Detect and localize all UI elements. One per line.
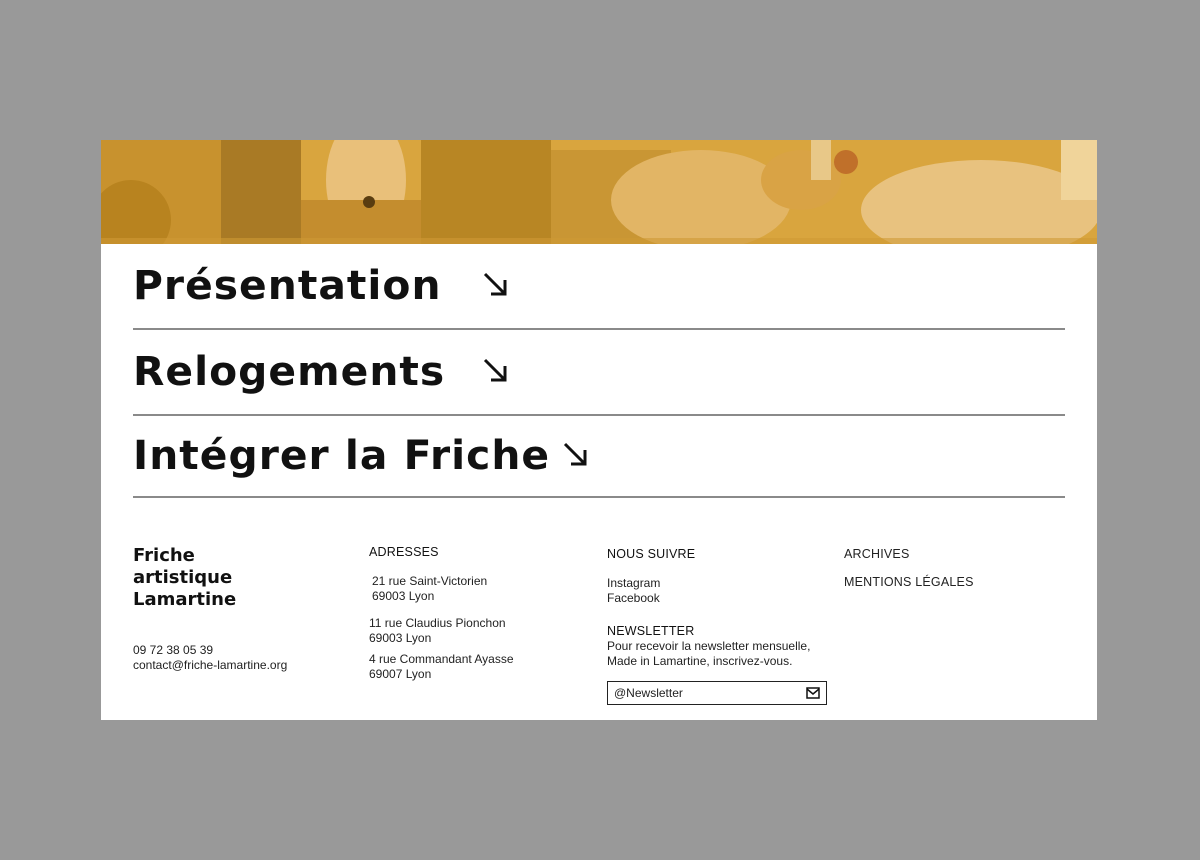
main-menu: Présentation Relogements Intégrer la Fri…: [133, 244, 1065, 498]
facebook-link[interactable]: Facebook: [607, 591, 660, 606]
logo-line: Lamartine: [133, 589, 237, 610]
newsletter-text: Pour recevoir la newsletter mensuelle,: [607, 639, 811, 653]
page-panel: Présentation Relogements Intégrer la Fri…: [101, 140, 1097, 720]
menu-item-label: Relogements: [133, 349, 446, 395]
email-link[interactable]: contact@friche-lamartine.org: [133, 658, 287, 673]
address-line: 69003 Lyon: [372, 589, 435, 603]
logo-line: artistique: [133, 567, 233, 588]
addresses-title: ADRESSES: [369, 545, 439, 559]
newsletter-email-input[interactable]: [608, 683, 794, 703]
address-line: 69007 Lyon: [369, 667, 432, 681]
follow-column: NOUS SUIVRE Instagram Facebook NEWSLETTE…: [607, 547, 837, 712]
hero-image: [101, 140, 1097, 244]
arrow-down-right-icon: [563, 442, 587, 466]
archives-link[interactable]: ARCHIVES: [844, 547, 1044, 562]
contact-info: 09 72 38 05 39 contact@friche-lamartine.…: [133, 643, 287, 673]
arrow-down-right-icon: [483, 272, 507, 296]
menu-item-label: Intégrer la Friche: [133, 433, 551, 479]
menu-item-presentation[interactable]: Présentation: [133, 244, 1065, 330]
follow-title: NOUS SUIVRE: [607, 547, 696, 561]
mail-icon[interactable]: [806, 687, 820, 699]
newsletter-form: [607, 681, 827, 705]
phone-number[interactable]: 09 72 38 05 39: [133, 643, 287, 658]
footer: Friche artistique Lamartine 09 72 38 05 …: [133, 540, 1065, 710]
address-line: 21 rue Saint-Victorien: [372, 574, 488, 588]
menu-item-relogements[interactable]: Relogements: [133, 330, 1065, 416]
legal-notice-link[interactable]: MENTIONS LÉGALES: [844, 575, 1044, 590]
address-item: 21 rue Saint-Victorien 69003 Lyon: [372, 574, 487, 604]
address-line: 4 rue Commandant Ayasse: [369, 652, 514, 666]
newsletter-description: Pour recevoir la newsletter mensuelle, M…: [607, 639, 810, 669]
logo-line: Friche: [133, 545, 195, 566]
addresses-column: ADRESSES 21 rue Saint-Victorien 69003 Ly…: [369, 545, 569, 685]
address-line: 11 rue Claudius Pionchon: [369, 616, 506, 630]
arrow-down-right-icon: [483, 358, 507, 382]
address-item: 4 rue Commandant Ayasse 69007 Lyon: [369, 652, 514, 682]
misc-links-column: ARCHIVES MENTIONS LÉGALES: [844, 547, 1044, 590]
address-item: 11 rue Claudius Pionchon 69003 Lyon: [369, 616, 506, 646]
logo[interactable]: Friche artistique Lamartine: [133, 545, 236, 611]
social-links: Instagram Facebook: [607, 576, 660, 606]
hero-photo-illustration: [101, 140, 1097, 244]
newsletter-text: Made in Lamartine, inscrivez-vous.: [607, 654, 793, 668]
address-line: 69003 Lyon: [369, 631, 432, 645]
instagram-link[interactable]: Instagram: [607, 576, 660, 591]
newsletter-title: NEWSLETTER: [607, 624, 695, 638]
menu-item-label: Présentation: [133, 263, 442, 309]
menu-item-integrer[interactable]: Intégrer la Friche: [133, 416, 1065, 498]
